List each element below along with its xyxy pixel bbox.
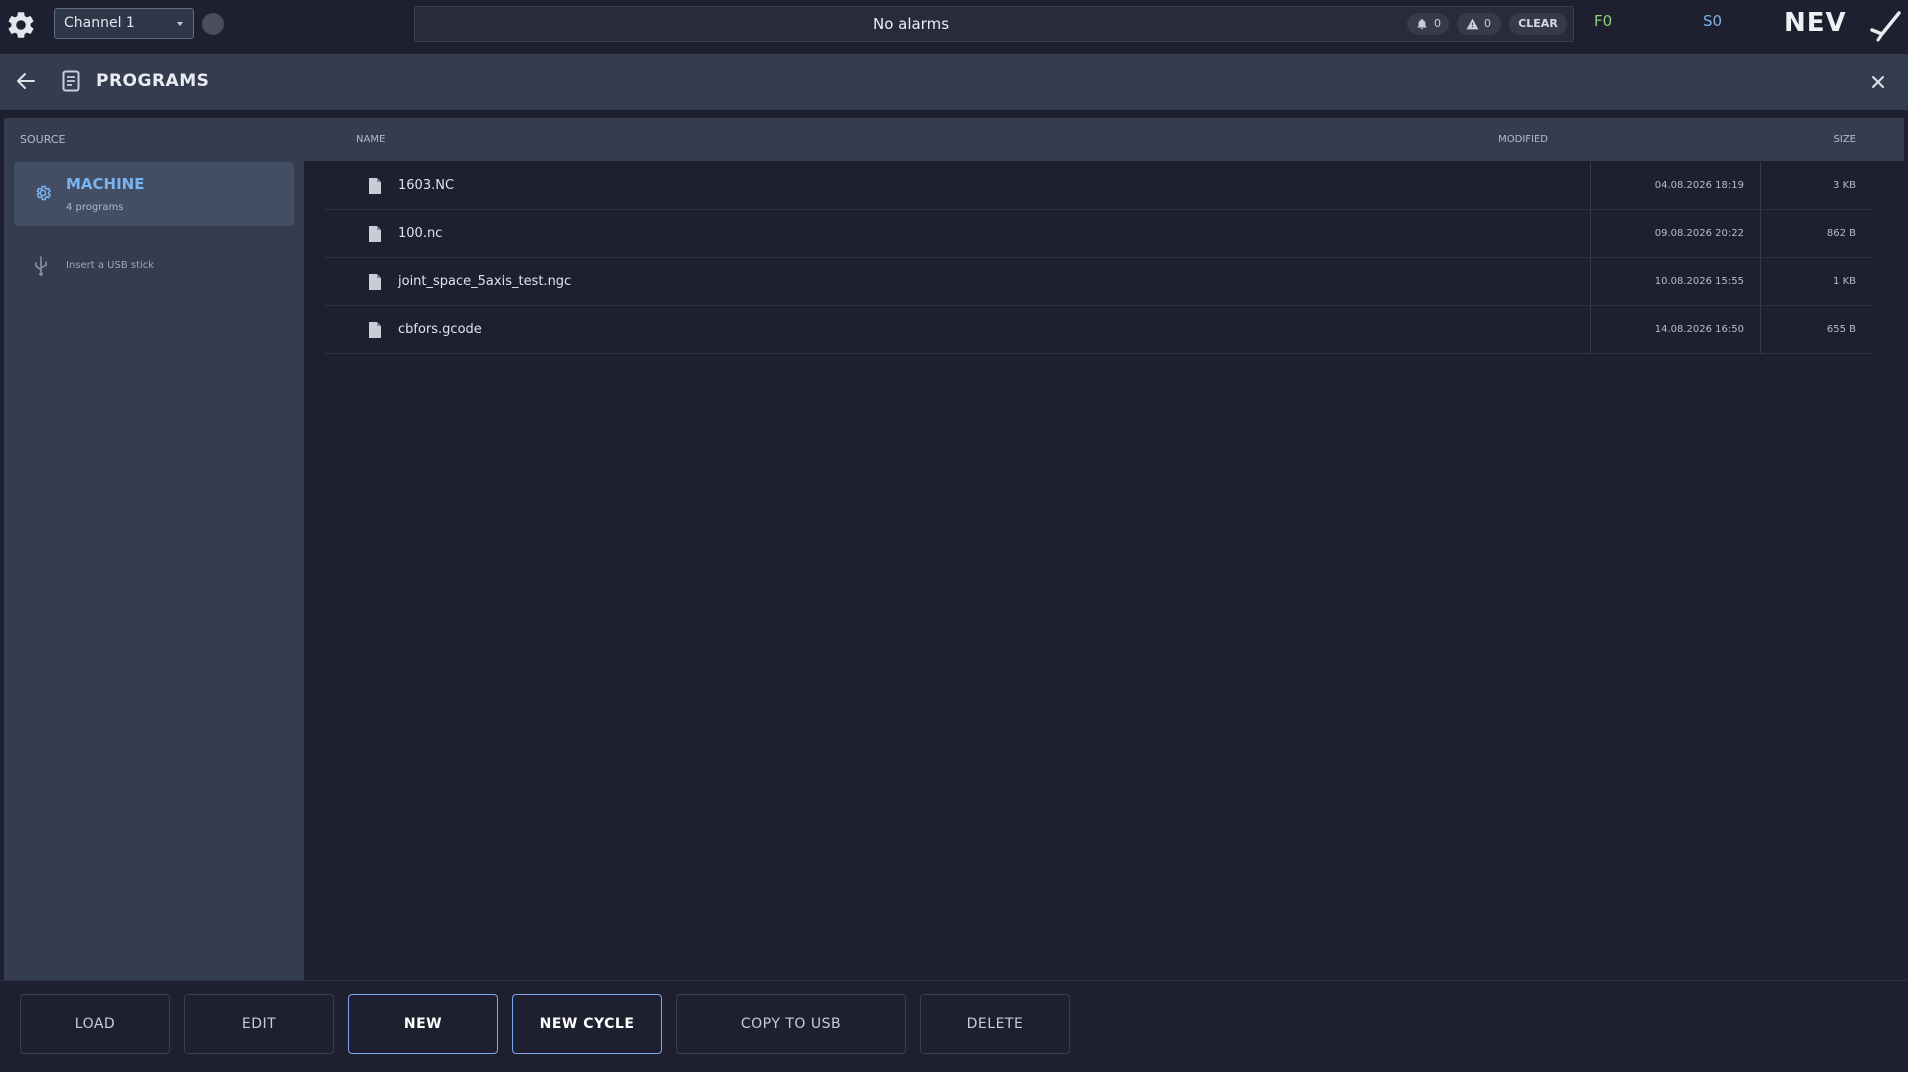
file-icon bbox=[369, 178, 381, 194]
chevron-down-icon bbox=[177, 22, 183, 26]
table-row[interactable]: 100.nc 09.08.2026 20:22 862 B bbox=[324, 210, 1872, 258]
column-divider bbox=[1590, 162, 1591, 354]
edit-button[interactable]: EDIT bbox=[184, 994, 334, 1054]
new-button[interactable]: NEW bbox=[348, 994, 498, 1054]
file-name: 100.nc bbox=[398, 226, 443, 241]
channel-select[interactable]: Channel 1 bbox=[54, 8, 194, 39]
source-sidebar: SOURCE MACHINE 4 programs Insert a USB s… bbox=[4, 118, 304, 980]
warning-triangle-icon bbox=[1466, 18, 1479, 30]
footer-divider bbox=[0, 980, 1908, 981]
file-name: cbfors.gcode bbox=[398, 322, 482, 337]
page-title: PROGRAMS bbox=[96, 71, 210, 91]
back-arrow-icon[interactable] bbox=[16, 72, 36, 90]
column-header-modified[interactable]: MODIFIED bbox=[1444, 134, 1548, 145]
notifications-count: 0 bbox=[1434, 17, 1441, 30]
close-icon[interactable] bbox=[1870, 74, 1886, 90]
page-header: PROGRAMS bbox=[0, 54, 1908, 110]
file-modified: 04.08.2026 18:19 bbox=[1654, 180, 1744, 191]
copy-to-usb-button[interactable]: COPY TO USB bbox=[676, 994, 906, 1054]
spindle-speed-readout: S0 bbox=[1703, 12, 1723, 30]
feed-rate-readout: F0 bbox=[1594, 12, 1613, 30]
table-row[interactable]: joint_space_5axis_test.ngc 10.08.2026 15… bbox=[324, 258, 1872, 306]
file-icon bbox=[369, 274, 381, 290]
programs-table-header: NAME MODIFIED SIZE bbox=[304, 118, 1904, 161]
machine-label: MACHINE bbox=[66, 175, 145, 193]
brand-logo-text: NEV bbox=[1784, 8, 1847, 38]
file-size: 3 KB bbox=[1833, 180, 1856, 191]
notifications-pill[interactable]: 0 bbox=[1407, 13, 1449, 35]
file-modified: 10.08.2026 15:55 bbox=[1654, 276, 1744, 287]
new-cycle-button[interactable]: NEW CYCLE bbox=[512, 994, 662, 1054]
column-header-name[interactable]: NAME bbox=[356, 134, 385, 145]
bell-icon bbox=[1417, 18, 1427, 29]
load-button[interactable]: LOAD bbox=[20, 994, 170, 1054]
table-row[interactable]: 1603.NC 04.08.2026 18:19 3 KB bbox=[324, 162, 1872, 210]
usb-hint-text: Insert a USB stick bbox=[66, 260, 155, 271]
table-row[interactable]: cbfors.gcode 14.08.2026 16:50 655 B bbox=[324, 306, 1872, 354]
source-item-machine[interactable]: MACHINE 4 programs bbox=[14, 162, 294, 226]
connection-status-indicator bbox=[202, 13, 224, 35]
machine-program-count: 4 programs bbox=[66, 202, 124, 213]
channel-select-value: Channel 1 bbox=[64, 15, 135, 31]
machine-gear-icon bbox=[36, 185, 52, 201]
source-heading: SOURCE bbox=[20, 133, 66, 146]
programs-table-body: 1603.NC 04.08.2026 18:19 3 KB 100.nc 09.… bbox=[324, 162, 1872, 354]
settings-gear-icon[interactable] bbox=[5, 9, 37, 41]
column-header-size[interactable]: SIZE bbox=[1804, 134, 1856, 145]
programs-document-icon bbox=[62, 70, 80, 92]
alarm-bar[interactable]: No alarms 0 0 CLEAR bbox=[414, 6, 1574, 42]
clear-alarms-button[interactable]: CLEAR bbox=[1509, 13, 1567, 35]
column-divider bbox=[1760, 162, 1761, 354]
warnings-pill[interactable]: 0 bbox=[1457, 13, 1501, 35]
file-size: 862 B bbox=[1826, 228, 1856, 239]
file-icon bbox=[369, 226, 381, 242]
file-size: 655 B bbox=[1826, 324, 1856, 335]
file-size: 1 KB bbox=[1833, 276, 1856, 287]
file-name: 1603.NC bbox=[398, 178, 455, 193]
brand-logo-icon bbox=[1870, 11, 1901, 42]
file-name: joint_space_5axis_test.ngc bbox=[398, 274, 572, 289]
usb-icon bbox=[35, 256, 47, 276]
file-modified: 09.08.2026 20:22 bbox=[1654, 228, 1744, 239]
alarm-status-text: No alarms bbox=[872, 15, 950, 33]
file-modified: 14.08.2026 16:50 bbox=[1654, 324, 1744, 335]
delete-button[interactable]: DELETE bbox=[920, 994, 1070, 1054]
file-icon bbox=[369, 322, 381, 338]
top-bar: Channel 1 No alarms 0 0 CLEAR F0 S0 NEV bbox=[0, 0, 1908, 54]
warnings-count: 0 bbox=[1484, 17, 1491, 30]
